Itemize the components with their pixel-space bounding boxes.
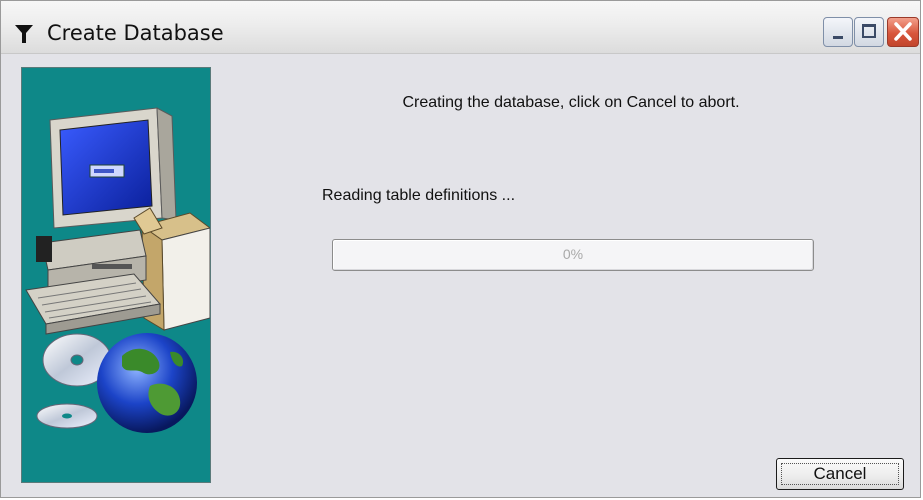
globe-icon xyxy=(97,333,197,433)
computer-and-globe-illustration xyxy=(25,107,210,433)
app-icon xyxy=(15,25,33,43)
close-icon xyxy=(894,22,912,41)
window-title: Create Database xyxy=(47,21,224,45)
close-button[interactable] xyxy=(887,17,919,47)
instruction-text: Creating the database, click on Cancel t… xyxy=(402,94,740,111)
maximize-icon xyxy=(862,24,876,38)
progress-bar: 0% xyxy=(332,239,814,271)
cancel-button[interactable]: Cancel xyxy=(776,458,904,490)
title-bar[interactable]: Create Database xyxy=(1,1,920,54)
maximize-button[interactable] xyxy=(854,17,884,47)
minimize-button[interactable] xyxy=(823,17,853,47)
monitor-icon xyxy=(49,107,177,229)
progress-label: 0% xyxy=(562,246,584,262)
side-illustration-panel xyxy=(21,67,211,483)
keyboard-icon xyxy=(25,273,161,335)
minimize-icon xyxy=(833,36,843,39)
status-text: Reading table definitions ... xyxy=(322,187,516,204)
create-database-dialog: Create Database Creating the database, c… xyxy=(0,0,921,498)
